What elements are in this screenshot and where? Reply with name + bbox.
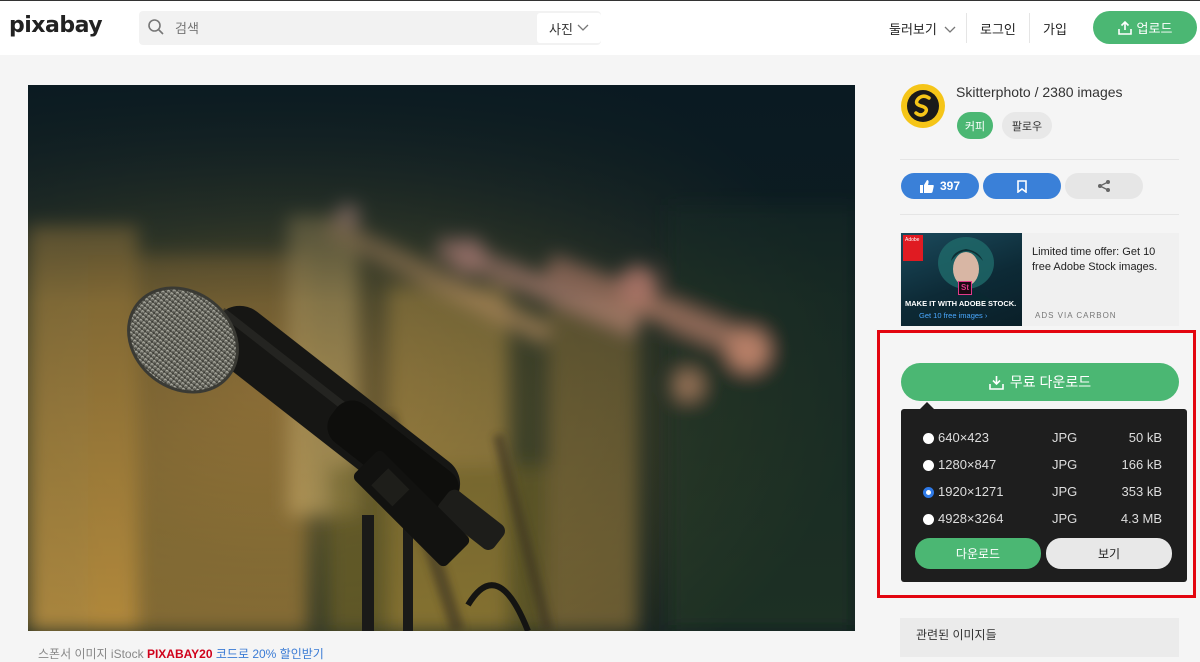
chevron-down-icon bbox=[577, 24, 589, 31]
dropdown-arrow bbox=[920, 402, 934, 409]
explore-menu[interactable]: 둘러보기 bbox=[889, 19, 956, 38]
sponsored-caption: 스폰서 이미지 iStock PIXABAY20 코드로 20% 할인받기 bbox=[38, 645, 324, 662]
option-size: 50 kB bbox=[1128, 430, 1162, 445]
free-download-button[interactable]: 무료 다운로드 bbox=[901, 363, 1179, 401]
bookmark-button[interactable] bbox=[983, 173, 1061, 199]
main-photo[interactable] bbox=[28, 85, 855, 631]
option-size: 166 kB bbox=[1121, 457, 1162, 472]
upload-label: 업로드 bbox=[1136, 21, 1173, 36]
option-resolution: 1280×847 bbox=[938, 457, 997, 472]
like-button[interactable]: 397 bbox=[901, 173, 979, 199]
pixabay-logo[interactable]: pixabay bbox=[9, 13, 103, 38]
download-button[interactable]: 다운로드 bbox=[915, 538, 1041, 569]
adobe-brand: Adobe bbox=[905, 237, 920, 243]
skitterphoto-logo-icon bbox=[907, 90, 939, 122]
like-count: 397 bbox=[939, 179, 961, 193]
follow-button[interactable]: 팔로우 bbox=[1002, 112, 1052, 139]
free-download-label: 무료 다운로드 bbox=[1009, 374, 1092, 390]
option-size: 4.3 MB bbox=[1120, 511, 1162, 526]
option-resolution: 1920×1271 bbox=[938, 484, 1004, 499]
promo-code[interactable]: PIXABAY20 bbox=[147, 647, 213, 661]
radio-button[interactable] bbox=[923, 460, 934, 471]
login-link[interactable]: 로그인 bbox=[980, 19, 1016, 38]
option-format: JPG bbox=[1052, 430, 1078, 445]
search-input[interactable] bbox=[175, 11, 555, 45]
related-images-header: 관련된 이미지들 bbox=[900, 618, 1179, 657]
radio-button[interactable] bbox=[923, 514, 934, 525]
option-format: JPG bbox=[1052, 484, 1078, 499]
nav-divider bbox=[1029, 13, 1030, 43]
carbon-ad[interactable]: Adobe St MAKE IT WITH ADOBE STOCK. Get 1… bbox=[900, 233, 1179, 326]
upload-button[interactable]: 업로드 bbox=[1093, 11, 1197, 44]
divider bbox=[900, 159, 1179, 160]
join-link[interactable]: 가입 bbox=[1043, 19, 1067, 38]
size-option-1280[interactable]: 1280×847 JPG 166 kB bbox=[901, 452, 1187, 478]
option-resolution: 640×423 bbox=[938, 430, 989, 445]
ad-headline: MAKE IT WITH ADOBE STOCK. bbox=[905, 299, 1017, 308]
share-icon bbox=[1098, 180, 1110, 192]
ad-via-carbon[interactable]: ADS VIA CARBON bbox=[1035, 311, 1117, 320]
option-format: JPG bbox=[1052, 511, 1078, 526]
author-name[interactable]: Skitterphoto / 2380 images bbox=[956, 84, 1123, 100]
thumbs-up-icon bbox=[919, 179, 934, 193]
related-images-title: 관련된 이미지들 bbox=[916, 628, 997, 642]
search-type-label: 사진 bbox=[549, 21, 573, 37]
ad-text[interactable]: Limited time offer: Get 10 free Adobe St… bbox=[1032, 245, 1172, 275]
adobe-stock-icon: St bbox=[958, 281, 972, 295]
search-bar: 사진 bbox=[139, 11, 601, 45]
search-type-select[interactable]: 사진 bbox=[537, 13, 601, 43]
upload-icon bbox=[1117, 20, 1132, 35]
radio-button-selected[interactable] bbox=[923, 487, 934, 498]
ad-cta: Get 10 free images › bbox=[919, 311, 988, 320]
nav-divider bbox=[966, 13, 967, 43]
caption-prefix[interactable]: 스폰서 이미지 iStock bbox=[38, 647, 144, 661]
chevron-down-icon bbox=[945, 26, 956, 33]
promo-link[interactable]: 코드로 20% 할인받기 bbox=[216, 647, 324, 661]
divider bbox=[900, 214, 1179, 215]
ad-image[interactable]: Adobe St MAKE IT WITH ADOBE STOCK. Get 1… bbox=[901, 233, 1022, 326]
share-button[interactable] bbox=[1065, 173, 1143, 199]
size-option-4928[interactable]: 4928×3264 JPG 4.3 MB bbox=[901, 506, 1187, 532]
option-resolution: 4928×3264 bbox=[938, 511, 1004, 526]
coffee-button[interactable]: 커피 bbox=[957, 112, 993, 139]
search-icon[interactable] bbox=[147, 18, 165, 36]
top-bar: pixabay 사진 둘러보기 로그인 가입 업로드 bbox=[0, 0, 1200, 55]
view-button[interactable]: 보기 bbox=[1046, 538, 1172, 569]
avatar[interactable] bbox=[901, 84, 945, 128]
bookmark-icon bbox=[1017, 179, 1027, 193]
microphone-photo bbox=[28, 85, 855, 631]
download-icon bbox=[989, 375, 1004, 390]
download-options-dropdown: 640×423 JPG 50 kB 1280×847 JPG 166 kB 19… bbox=[901, 409, 1187, 582]
size-option-640[interactable]: 640×423 JPG 50 kB bbox=[901, 425, 1187, 451]
size-option-1920[interactable]: 1920×1271 JPG 353 kB bbox=[901, 479, 1187, 505]
option-format: JPG bbox=[1052, 457, 1078, 472]
explore-label: 둘러보기 bbox=[889, 22, 937, 37]
radio-button[interactable] bbox=[923, 433, 934, 444]
option-size: 353 kB bbox=[1121, 484, 1162, 499]
